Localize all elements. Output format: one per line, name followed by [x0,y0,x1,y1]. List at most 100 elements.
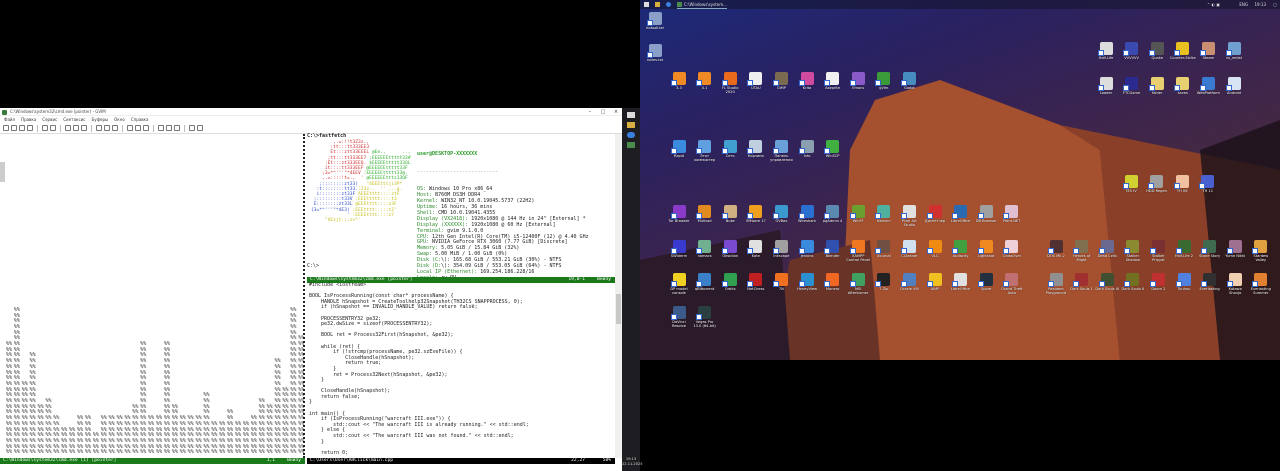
desktop-icon[interactable]: Pixel Art Studio [896,205,922,237]
fastfetch-terminal-pane[interactable]: C:\>fastfetch ,.=:!!t3Z3z., :tt:::tt333E… [307,133,615,310]
desktop-icon[interactable]: Панель управления [768,140,794,172]
desktop-icon[interactable]: Info [794,140,820,172]
desktop-icon[interactable]: AIMP [922,273,948,305]
desktop-icon[interactable]: TH 11 [1195,175,1221,207]
desktop-icon[interactable]: notes.txt [642,44,668,76]
menu-buffers[interactable]: Буферы [91,116,108,123]
desktop-icon[interactable]: Katawa Shoujo [1222,273,1248,305]
desktop-icon[interactable]: DOS Mk 2 [1043,240,1069,272]
save-all-icon[interactable] [19,125,25,131]
desktop-icon[interactable]: 3.3 [666,72,692,104]
desktop-icon[interactable]: VVVVVV [1119,42,1145,74]
desktop-icon[interactable]: Everlasting [1197,273,1223,305]
paste-icon[interactable] [81,125,87,131]
desktop-icon[interactable]: qBittorrent [692,273,718,305]
desktop-icon[interactable]: Doom 2 [1145,273,1171,305]
desktop-icon[interactable]: VMware 17 [743,205,769,237]
desktop-icon[interactable]: Grand Theft Auto [999,273,1025,305]
menu-edit[interactable]: Правка [21,116,36,123]
desktop-icon[interactable]: Android [1221,77,1247,109]
desktop-icon[interactable]: saves [1170,77,1196,109]
taskbar-window-button[interactable]: C:\Windows\system... [677,0,727,9]
make-icon[interactable] [158,125,164,131]
desktop-icon[interactable]: Neovim [871,205,897,237]
desktop-icon[interactable]: pgAdmin 4 [820,205,846,237]
desktop-icon[interactable]: Emacs [845,72,871,104]
desktop-icon[interactable]: 7N [768,273,794,305]
desktop-icon[interactable]: FL Studio 2020 [717,72,743,104]
clock[interactable]: 19:13 [1254,0,1266,9]
desktop-icon[interactable]: Resident Playground [1043,273,1069,305]
title-bar[interactable]: C:\Windows\system32\cmd.exe (pointer) - … [0,108,622,116]
desktop-icon[interactable]: XAMPP Control Panel [845,240,871,272]
cut-icon[interactable] [65,125,71,131]
menu-tools[interactable]: Сервис [42,116,57,123]
replace-icon[interactable] [96,125,102,131]
desktop-icon[interactable]: новый.txt [642,12,668,44]
desktop-icon[interactable]: Monero [820,273,846,305]
desktop-icon[interactable]: 7-Zip [871,273,897,305]
left-terminal-pane[interactable]: %% %% %% %% %% %% %% %% %% %% %% %% %% %… [0,134,305,458]
copy-icon[interactable] [73,125,79,131]
explorer-icon[interactable] [655,2,660,7]
desktop-icon[interactable]: Kate [743,240,769,272]
desktop-icon[interactable]: Everlasting Summer [1248,273,1274,305]
desktop-icon[interactable]: TH 06 [1169,175,1195,207]
desktop-icon[interactable]: Blender [820,240,846,272]
pane-scrollbar[interactable] [0,162,5,182]
desktop-icon[interactable]: Aseprite [820,72,846,104]
load-session-icon[interactable] [127,125,133,131]
desktop-icon[interactable]: Stalker Pripyat [1145,240,1171,272]
desktop-icon[interactable]: Touhou [1171,273,1197,305]
desktop-icon[interactable]: TES IV [1118,175,1144,207]
shell-icon[interactable] [166,125,172,131]
browser-icon[interactable] [627,132,635,138]
redo-icon[interactable] [50,125,56,131]
desktop-icon[interactable]: DaVinci Resolve [666,306,692,338]
desktop-icon[interactable]: Steam [1195,42,1221,74]
tray-icons[interactable]: ⌃ ◐ ▣ [1207,0,1220,9]
desktop-icon[interactable]: Obsidian [717,240,743,272]
desktop-icon[interactable]: Audacity [948,240,974,272]
close-button[interactable]: × [610,108,622,116]
desktop-icon[interactable]: Heroes of Might [1069,240,1095,272]
desktop-icon[interactable]: Paint.NET [999,205,1025,237]
desktop-icon[interactable]: Lightshot [973,240,999,272]
menu-syntax[interactable]: Синтаксис [63,116,85,123]
find-prev-icon[interactable] [112,125,118,131]
desktop-icon[interactable]: CrossOver [999,240,1025,272]
notifications-icon[interactable]: ▢ [1273,0,1277,9]
desktop-icon[interactable]: Корзина [743,140,769,172]
desktop-icon[interactable]: CCleaner [896,240,922,272]
help-icon[interactable] [189,125,195,131]
find-help-icon[interactable] [197,125,203,131]
print-icon[interactable] [27,125,33,131]
ctags-icon[interactable] [174,125,180,131]
desktop-icon[interactable]: WebPlatform [1195,77,1221,109]
desktop-icon[interactable]: Spore [973,273,999,305]
gvim-task-icon[interactable] [627,142,635,148]
code-editor-pane[interactable]: #include <iostream> BOOL IsProcessRunnin… [307,282,615,458]
desktop-icon[interactable]: Oracle VM [896,273,922,305]
undo-icon[interactable] [42,125,48,131]
desktop-icon[interactable]: WinSCP [820,140,846,172]
desktop-icon[interactable]: Xournal [871,240,897,272]
desktop-icon[interactable]: Этот компьютер [692,140,718,172]
minimize-button[interactable]: – [584,108,596,116]
desktop-icon[interactable]: Rapid [666,140,692,172]
desktop-icon[interactable]: Jenkins [794,240,820,272]
desktop-icon[interactable]: GIMP [768,72,794,104]
browser-icon[interactable] [666,2,671,7]
desktop-icon[interactable]: HoneyView [794,273,820,305]
desktop-icon[interactable]: Half-Life [1093,42,1119,74]
desktop-icon[interactable]: 4.1 [692,72,718,104]
desktop-icon[interactable]: Half-Life 2 [1171,240,1197,272]
desktop-icon[interactable]: Stone Story [1197,240,1223,272]
desktop-icon[interactable]: HDD Regen [1144,175,1170,207]
menu-help[interactable]: Справка [131,116,149,123]
desktop-icon[interactable]: Nuke [717,205,743,237]
desktop-icon[interactable]: Orbits [717,273,743,305]
terminal-prompt-2[interactable]: C:\> [307,263,319,270]
menu-window[interactable]: Окно [114,116,125,123]
start-icon[interactable] [627,112,635,118]
